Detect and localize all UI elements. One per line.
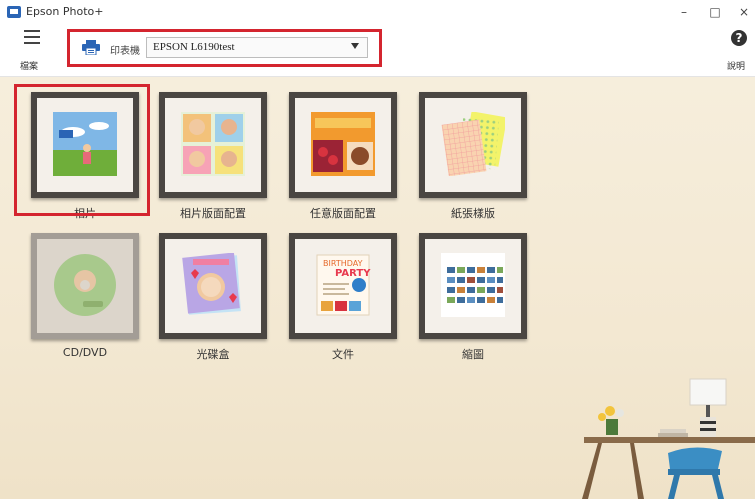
dropdown-caret-icon [351,43,359,49]
file-menu-label: 檔案 [20,62,39,72]
cd-dvd-icon [54,254,116,316]
tile-free-layout[interactable]: 任意版面配置 [282,92,404,232]
tile-cd-dvd[interactable]: CD/DVD [24,233,146,373]
tile-label: 紙張樣版 [451,207,495,220]
tile-label: 相片版面配置 [180,207,246,220]
tile-label: 縮圖 [462,348,484,361]
maximize-button[interactable]: □ [704,3,726,21]
help-label: 說明 [727,62,746,72]
birthday-line1: BIRTHDAY [323,259,363,268]
tile-label: 任意版面配置 [310,207,376,220]
title-bar: Epson Photo+ – □ × [0,0,755,26]
photo-layout-icon [181,112,245,176]
help-icon: ? [731,30,747,46]
toolbar: 檔案 印表機 EPSON L6190test ? 說明 [0,26,755,77]
selected-tile-highlight [14,84,150,216]
printer-selector: 印表機 EPSON L6190test [67,29,382,67]
close-button[interactable]: × [733,3,755,21]
tile-thumbnails[interactable]: 縮圖 [412,233,534,373]
printer-label: 印表機 [110,46,140,57]
tile-paper-template[interactable]: 紙張樣版 [412,92,534,232]
tile-label: 光碟盒 [196,348,230,361]
thumbnails-icon [441,253,505,317]
free-layout-icon [311,112,375,176]
document-icon: BIRTHDAY PARTY [316,254,371,316]
printer-dropdown[interactable]: EPSON L6190test [146,37,368,58]
minimize-button[interactable]: – [673,3,695,21]
help-button[interactable]: ? 說明 [727,26,751,76]
printer-icon [82,40,100,55]
hamburger-icon [24,30,40,44]
disc-case-icon [182,253,241,315]
paper-template-icon [441,112,505,176]
window-title: Epson Photo+ [26,5,104,18]
printer-value: EPSON L6190test [153,41,235,53]
epson-app-icon [7,6,21,18]
tile-disc-case[interactable]: 光碟盒 [152,233,274,373]
desk-illustration [582,378,755,499]
tile-photo-layout[interactable]: 相片版面配置 [152,92,274,232]
main-area: 相片 相片版面配置 任意版面配置 紙張樣版 CD/DVD 光碟盒 BIRTHDA… [0,77,755,499]
tile-label: 文件 [332,348,354,361]
birthday-line2: PARTY [335,268,371,279]
file-menu-button[interactable]: 檔案 [12,26,52,76]
tile-label: CD/DVD [62,346,108,359]
tile-document[interactable]: BIRTHDAY PARTY 文件 [282,233,404,373]
